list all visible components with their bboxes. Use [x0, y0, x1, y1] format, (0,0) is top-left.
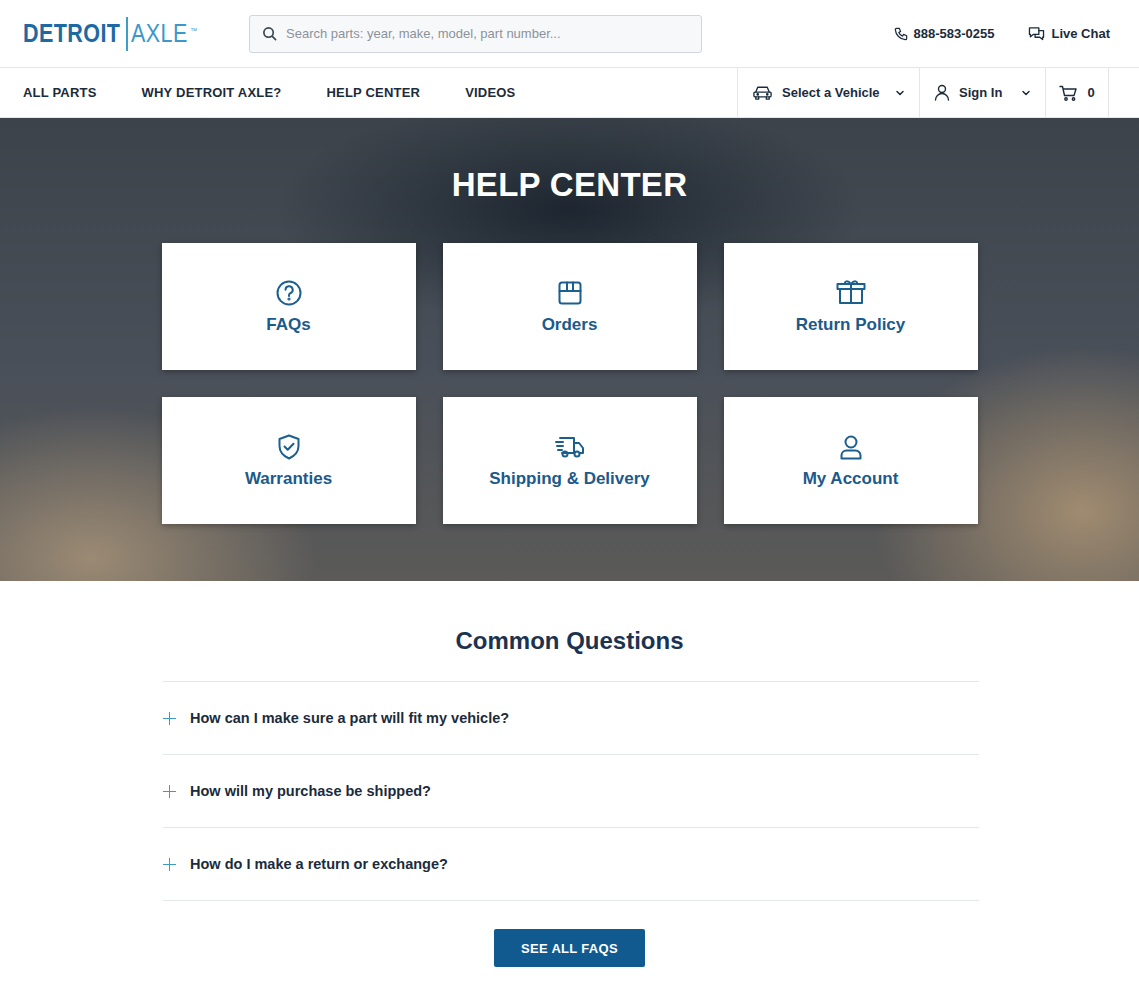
select-vehicle[interactable]: Select a Vehicle: [737, 68, 919, 117]
nav-item[interactable]: HELP CENTER: [326, 85, 420, 100]
person-icon: [934, 84, 950, 101]
faq-list: How can I make sure a part will fit my v…: [163, 681, 979, 901]
help-card-label[interactable]: Return Policy: [796, 315, 906, 335]
section-title: Common Questions: [455, 627, 683, 655]
help-card-label[interactable]: Shipping & Delivery: [489, 469, 650, 489]
help-card-label[interactable]: FAQs: [266, 315, 310, 335]
faq-question[interactable]: How will my purchase be shipped?: [190, 783, 431, 799]
cart-icon: [1059, 85, 1078, 101]
help-card[interactable]: Return Policy: [724, 243, 978, 370]
help-card-label[interactable]: My Account: [803, 469, 899, 489]
search-input[interactable]: [286, 26, 689, 41]
cart-count[interactable]: 0: [1087, 85, 1094, 100]
main-nav: ALL PARTS WHY DETROIT AXLE? HELP CENTER VID…: [0, 67, 1139, 118]
logo[interactable]: DETROIT AXLE™: [23, 17, 249, 51]
chevron-down-icon: [1021, 88, 1031, 98]
help-card[interactable]: FAQs: [162, 243, 416, 370]
live-chat-label[interactable]: Live Chat: [1051, 26, 1110, 41]
plus-icon[interactable]: [163, 785, 176, 798]
faq-item[interactable]: How do I make a return or exchange?: [163, 828, 979, 901]
faq-item[interactable]: How can I make sure a part will fit my v…: [163, 682, 979, 755]
delivery-truck-icon: [554, 433, 586, 461]
cart[interactable]: 0: [1045, 68, 1109, 117]
hero-banner: HELP CENTER FAQs Orders Return Policy Warran…: [0, 118, 1139, 581]
logo-text[interactable]: AXLE: [131, 19, 188, 48]
nav-item[interactable]: VIDEOS: [465, 85, 515, 100]
plus-icon[interactable]: [163, 858, 176, 871]
phone-link[interactable]: 888-583-0255: [894, 26, 995, 41]
trademark: ™: [190, 27, 197, 34]
page-title: HELP CENTER: [452, 166, 688, 204]
phone-icon: [894, 27, 908, 41]
search-box[interactable]: [249, 15, 702, 53]
vehicle-label[interactable]: Select a Vehicle: [782, 85, 886, 100]
logo-divider: [126, 17, 128, 51]
box-icon: [556, 279, 584, 307]
logo-text[interactable]: DETROIT: [23, 19, 120, 48]
help-card-label[interactable]: Warranties: [245, 469, 332, 489]
site-header: DETROIT AXLE™ 888-583-0255 Live Chat: [0, 0, 1139, 67]
nav-item[interactable]: WHY DETROIT AXLE?: [142, 85, 282, 100]
phone-number[interactable]: 888-583-0255: [914, 26, 995, 41]
common-questions: Common Questions How can I make sure a pa…: [0, 581, 1139, 967]
live-chat-link[interactable]: Live Chat: [1028, 26, 1110, 41]
help-card[interactable]: Warranties: [162, 397, 416, 524]
car-icon: [752, 85, 773, 101]
nav-actions: Select a Vehicle Sign In 0: [737, 68, 1109, 117]
chevron-down-icon: [895, 88, 905, 98]
sign-in-label[interactable]: Sign In: [959, 85, 1012, 100]
shield-check-icon: [275, 433, 303, 461]
faq-item[interactable]: How will my purchase be shipped?: [163, 755, 979, 828]
help-card[interactable]: My Account: [724, 397, 978, 524]
see-all-faqs-button[interactable]: SEE ALL FAQS: [494, 929, 645, 967]
header-links: 888-583-0255 Live Chat: [894, 26, 1110, 41]
person-icon: [837, 433, 865, 461]
help-card[interactable]: Shipping & Delivery: [443, 397, 697, 524]
sign-in[interactable]: Sign In: [919, 68, 1045, 117]
faq-question[interactable]: How can I make sure a part will fit my v…: [190, 710, 509, 726]
search-icon: [262, 26, 277, 41]
help-cards: FAQs Orders Return Policy Warranties Shippin…: [162, 243, 978, 524]
nav-menu: ALL PARTS WHY DETROIT AXLE? HELP CENTER VID…: [23, 68, 515, 117]
faq-question[interactable]: How do I make a return or exchange?: [190, 856, 448, 872]
plus-icon[interactable]: [163, 712, 176, 725]
question-icon: [275, 279, 303, 307]
gift-box-icon: [835, 279, 867, 307]
help-card-label[interactable]: Orders: [542, 315, 598, 335]
nav-item[interactable]: ALL PARTS: [23, 85, 97, 100]
help-card[interactable]: Orders: [443, 243, 697, 370]
chat-icon: [1028, 26, 1045, 41]
